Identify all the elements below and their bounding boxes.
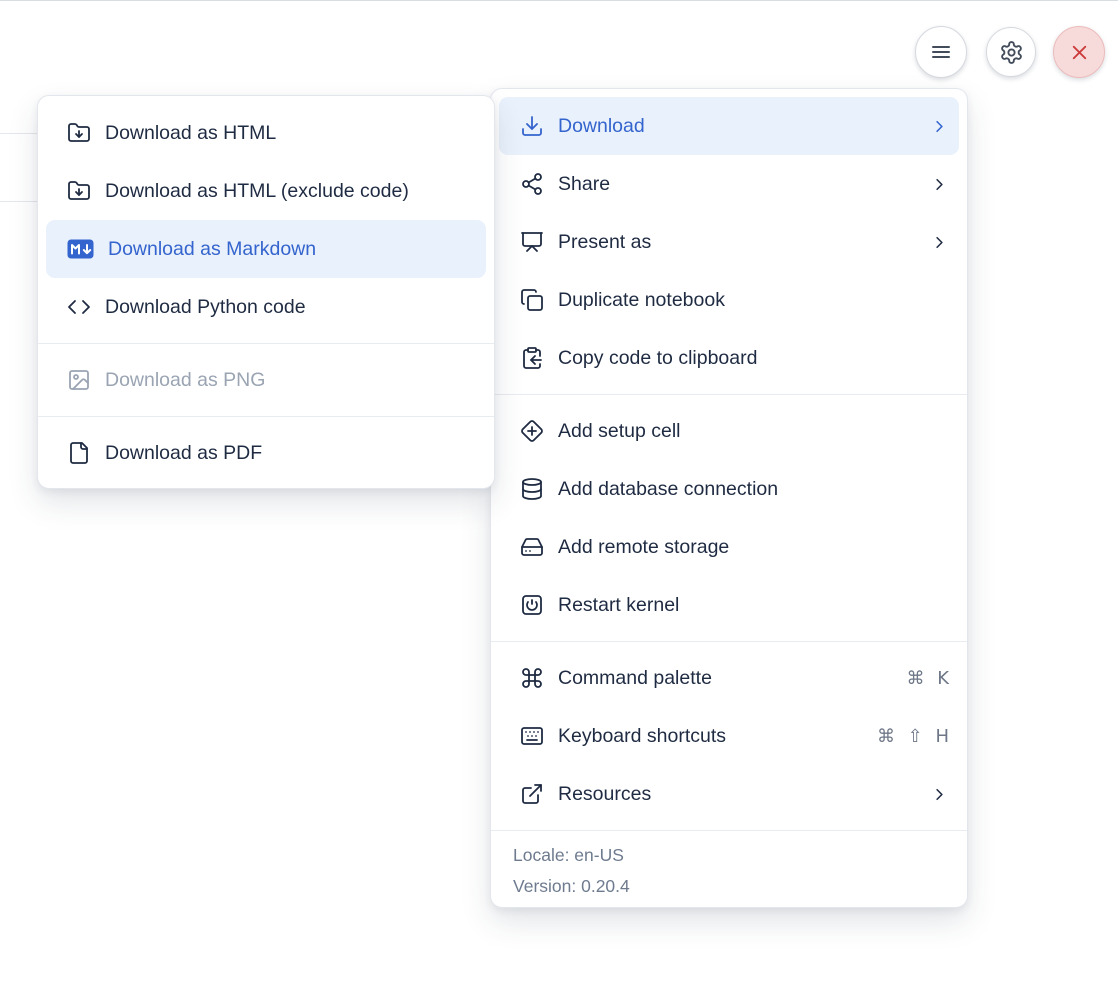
command-icon [520, 666, 544, 690]
submenu-item-download-markdown[interactable]: Download as Markdown [46, 220, 486, 278]
gear-icon [999, 40, 1024, 65]
menu-item-label: Add database connection [558, 478, 949, 501]
menu-item-label: Duplicate notebook [558, 289, 949, 312]
menu-item-label: Download as Markdown [108, 238, 476, 261]
folder-download-icon [67, 179, 91, 203]
menu-item-download[interactable]: Download [499, 97, 959, 155]
chevron-right-icon [930, 117, 949, 136]
version-text: Version: 0.20.4 [513, 871, 945, 902]
menu-item-label: Restart kernel [558, 594, 949, 617]
submenu-item-download-html-exclude-code[interactable]: Download as HTML (exclude code) [38, 162, 494, 220]
notebook-actions-menu: Download Share Present as Duplicate note… [490, 88, 968, 908]
menu-item-copy-code[interactable]: Copy code to clipboard [491, 329, 967, 387]
notebook-menu-button[interactable] [915, 26, 967, 78]
download-submenu: Download as HTML Download as HTML (exclu… [37, 95, 495, 489]
submenu-item-download-png[interactable]: Download as PNG [38, 351, 494, 409]
background-cell-border [0, 133, 37, 134]
keyboard-icon [520, 724, 544, 748]
diamond-plus-icon [520, 419, 544, 443]
external-link-icon [520, 782, 544, 806]
duplicate-icon [520, 288, 544, 312]
close-app-button[interactable] [1053, 26, 1105, 78]
chevron-right-icon [930, 785, 949, 804]
shortcut-hint: ⌘ ⇧ H [877, 726, 949, 747]
background-cell-border [0, 201, 37, 202]
chevron-right-icon [930, 175, 949, 194]
code-icon [67, 295, 91, 319]
power-icon [520, 593, 544, 617]
menu-item-label: Download [558, 115, 916, 138]
menu-item-label: Download Python code [105, 296, 476, 319]
menu-item-keyboard-shortcuts[interactable]: Keyboard shortcuts ⌘ ⇧ H [491, 707, 967, 765]
share-icon [520, 172, 544, 196]
menu-item-label: Add remote storage [558, 536, 949, 559]
menu-item-label: Download as PNG [105, 369, 476, 392]
menu-item-duplicate-notebook[interactable]: Duplicate notebook [491, 271, 967, 329]
menu-divider [38, 416, 494, 417]
menu-item-add-remote-storage[interactable]: Add remote storage [491, 518, 967, 576]
submenu-item-download-python-code[interactable]: Download Python code [38, 278, 494, 336]
menu-item-add-setup-cell[interactable]: Add setup cell [491, 402, 967, 460]
locale-text: Locale: en-US [513, 840, 945, 871]
menu-footer: Locale: en-US Version: 0.20.4 [491, 830, 967, 912]
submenu-item-download-pdf[interactable]: Download as PDF [38, 424, 494, 482]
submenu-item-download-html[interactable]: Download as HTML [38, 104, 494, 162]
menu-item-share[interactable]: Share [491, 155, 967, 213]
download-icon [520, 114, 544, 138]
clipboard-copy-icon [520, 346, 544, 370]
file-icon [67, 441, 91, 465]
page-top-border [0, 0, 1118, 1]
menu-item-restart-kernel[interactable]: Restart kernel [491, 576, 967, 634]
menu-item-label: Download as HTML (exclude code) [105, 180, 476, 203]
presentation-icon [520, 230, 544, 254]
menu-item-label: Download as HTML [105, 122, 476, 145]
menu-item-label: Share [558, 173, 916, 196]
close-icon [1068, 41, 1091, 64]
menu-item-label: Copy code to clipboard [558, 347, 949, 370]
menu-item-label: Download as PDF [105, 442, 476, 465]
image-icon [67, 368, 91, 392]
menu-item-present-as[interactable]: Present as [491, 213, 967, 271]
markdown-icon [67, 239, 94, 259]
chevron-right-icon [930, 233, 949, 252]
settings-button[interactable] [986, 27, 1036, 77]
database-icon [520, 477, 544, 501]
menu-divider [491, 641, 967, 642]
menu-divider [491, 394, 967, 395]
menu-divider [38, 343, 494, 344]
menu-item-label: Command palette [558, 667, 892, 690]
hamburger-icon [929, 40, 953, 64]
hard-drive-icon [520, 535, 544, 559]
folder-download-icon [67, 121, 91, 145]
menu-item-label: Keyboard shortcuts [558, 725, 863, 748]
menu-item-command-palette[interactable]: Command palette ⌘ K [491, 649, 967, 707]
menu-item-resources[interactable]: Resources [491, 765, 967, 823]
menu-item-add-database-connection[interactable]: Add database connection [491, 460, 967, 518]
shortcut-hint: ⌘ K [906, 668, 949, 689]
menu-item-label: Add setup cell [558, 420, 949, 443]
menu-item-label: Present as [558, 231, 916, 254]
menu-item-label: Resources [558, 783, 916, 806]
